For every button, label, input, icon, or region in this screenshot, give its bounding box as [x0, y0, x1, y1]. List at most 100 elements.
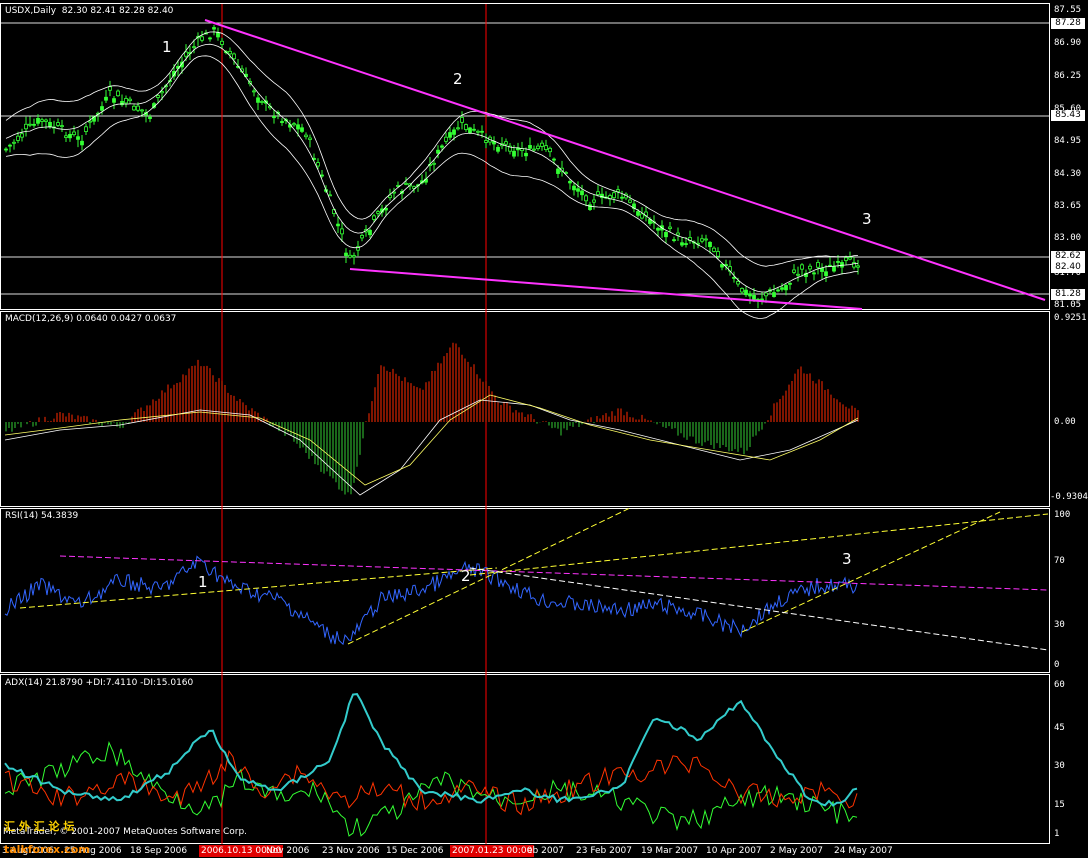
candle-body: [72, 131, 76, 136]
candle-body: [460, 117, 464, 123]
candle-body: [232, 53, 236, 60]
candle-body: [472, 128, 476, 131]
rsi-resistance-trendline[interactable]: [469, 567, 1049, 651]
candle-body: [148, 116, 152, 119]
price-axis-label: 81.05: [1054, 300, 1082, 310]
candle-body: [824, 271, 828, 277]
candle-body: [404, 182, 408, 185]
candle-body: [20, 133, 24, 138]
candle-body: [444, 136, 448, 142]
candle-body: [776, 289, 780, 292]
candle-body: [116, 90, 120, 97]
candle-body: [796, 273, 800, 276]
adx-line: [4, 693, 858, 807]
candle-body: [784, 285, 788, 291]
time-tag-2007-01-23: 2007.01.23 00:00: [450, 845, 535, 857]
candle-body: [612, 192, 616, 199]
time-axis-label: 24 May 2007: [834, 846, 893, 856]
candle-body: [464, 124, 468, 130]
candle-body: [552, 158, 556, 161]
macd-axis-label: -0.9304: [1050, 492, 1088, 502]
candle-body: [308, 137, 312, 140]
candle-body: [296, 124, 300, 130]
candle-body: [656, 227, 660, 231]
macd-pane[interactable]: [0, 311, 1050, 507]
candle-body: [568, 180, 572, 184]
candle-body: [280, 121, 284, 123]
candle-body: [348, 254, 352, 258]
candle-body: [684, 243, 688, 245]
candle-body: [780, 287, 784, 290]
macd-title: MACD(12,26,9) 0.0640 0.0427 0.0637: [5, 314, 177, 324]
candle-body: [668, 226, 672, 229]
candle-body: [800, 264, 804, 270]
candle-body: [540, 142, 544, 147]
candle-body: [208, 37, 212, 40]
rsi-marker-2: 2: [461, 567, 471, 585]
adx-axis-label: 15: [1054, 800, 1065, 810]
candle-body: [468, 127, 472, 134]
candle-body: [32, 123, 36, 126]
candle-body: [744, 289, 748, 296]
candle-body: [300, 127, 304, 132]
candle-body: [484, 140, 488, 143]
candle-body: [680, 242, 684, 246]
rsi-title: RSI(14) 54.3839: [5, 511, 79, 521]
candle-body: [108, 86, 112, 91]
candle-body: [368, 229, 372, 236]
time-axis-label: eb 2007: [527, 846, 565, 856]
price-pane[interactable]: [0, 3, 1050, 310]
candle-body: [636, 211, 640, 216]
macd-series: [4, 342, 859, 496]
price-tag-85-43: 85.43: [1051, 110, 1085, 121]
candle-body: [448, 132, 452, 138]
candle-body: [640, 213, 644, 219]
candle-body: [748, 293, 752, 297]
candle-body: [16, 135, 20, 141]
candle-body: [432, 162, 436, 165]
adx-pane[interactable]: [0, 674, 1050, 844]
candle-body: [336, 223, 340, 227]
candle-body: [28, 123, 32, 126]
candle-body: [524, 152, 528, 157]
candle-body: [476, 130, 480, 133]
candle-body: [104, 96, 108, 101]
rsi-upper-trendline[interactable]: [469, 513, 1049, 576]
price-tag-current: 82.40: [1051, 262, 1085, 273]
candle-body: [60, 125, 64, 127]
rsi-breakout-trendline[interactable]: [741, 511, 1001, 633]
upper-trendline[interactable]: [204, 19, 1046, 301]
candle-body: [220, 40, 224, 45]
candle-body: [8, 144, 12, 147]
candle-body: [732, 277, 736, 279]
candle-body: [156, 95, 160, 98]
candle-body: [592, 199, 596, 203]
adx-axis-label: 30: [1054, 761, 1065, 771]
symbol-label: USDX,Daily: [5, 6, 57, 16]
macd-axis-label: 0.9251: [1054, 313, 1087, 323]
time-axis-label: 15 Dec 2006: [386, 846, 444, 856]
rsi-marker-1: 1: [198, 573, 208, 591]
rsi-pane[interactable]: [0, 508, 1050, 673]
ohlc-values: 82.30 82.41 82.28 82.40: [61, 6, 174, 16]
candle-body: [40, 119, 44, 122]
candle-body: [556, 168, 560, 174]
candle-body: [252, 90, 256, 93]
candle-body: [844, 257, 848, 261]
price-series: [4, 24, 860, 319]
time-axis-label: Nov 2006: [266, 846, 310, 856]
rsi-support-trendline-2[interactable]: [347, 507, 631, 645]
adx-title: ADX(14) 21.8790 +DI:7.4110 -DI:15.0160: [5, 678, 194, 688]
chart-canvas[interactable]: [0, 0, 1088, 858]
candle-body: [192, 46, 196, 49]
candle-body: [536, 145, 540, 150]
time-axis-label: 2 May 2007: [770, 846, 823, 856]
candle-body: [772, 292, 776, 297]
candle-body: [48, 121, 52, 127]
candle-body: [100, 106, 104, 111]
rsi-line: [4, 555, 858, 646]
candle-body: [372, 215, 376, 220]
candle-body: [512, 150, 516, 157]
candle-body: [344, 252, 348, 256]
time-axis-label: 19 Mar 2007: [641, 846, 699, 856]
